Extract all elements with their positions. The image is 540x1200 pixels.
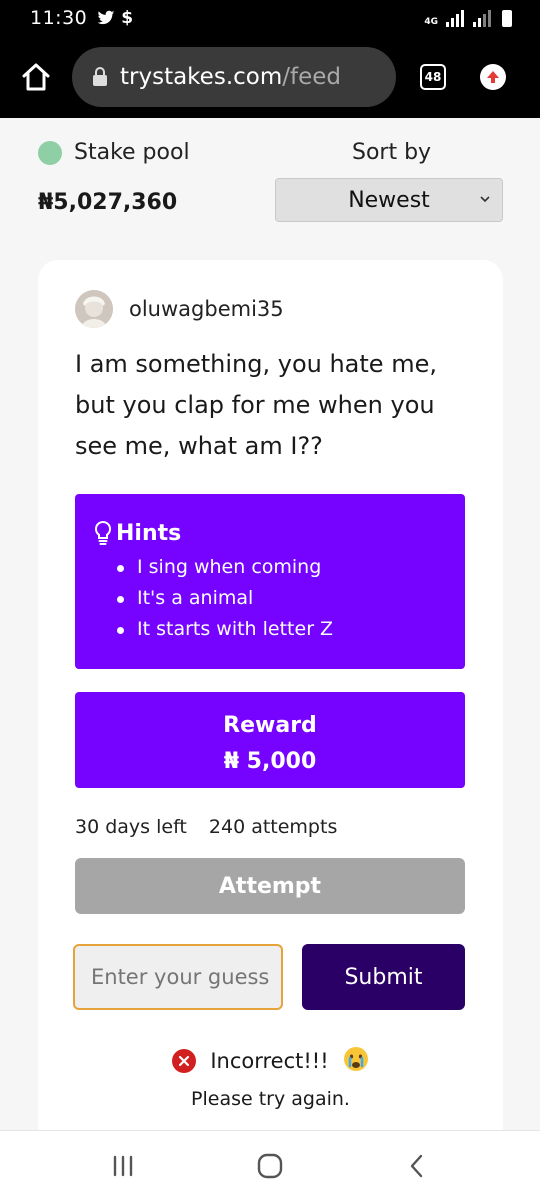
- home-button[interactable]: [16, 57, 56, 97]
- feed-page: Stake pool ₦5,027,360 Sort by Newest olu…: [0, 118, 540, 1130]
- nav-home-button[interactable]: [250, 1146, 290, 1186]
- status-bar: 11:30 $ 4G: [0, 0, 540, 36]
- twitter-icon: [97, 10, 115, 25]
- upload-icon: [487, 71, 499, 83]
- browser-toolbar: trystakes.com/feed 48: [0, 36, 540, 118]
- tabs-button[interactable]: 48: [420, 64, 446, 90]
- address-bar[interactable]: trystakes.com/feed: [72, 47, 396, 107]
- sort-select[interactable]: Newest: [275, 178, 503, 222]
- hint-item: It starts with letter Z: [117, 614, 465, 645]
- pool-status-dot: [38, 140, 62, 165]
- submit-button[interactable]: Submit: [302, 944, 465, 1010]
- upload-button[interactable]: [480, 64, 506, 90]
- post-meta: 30 days left 240 attempts: [75, 816, 337, 838]
- result-text: Incorrect!!!: [210, 1049, 329, 1073]
- url-path: /feed: [282, 64, 341, 90]
- pool-amount: ₦5,027,360: [38, 190, 178, 215]
- riddle-question: I am something, you hate me, but you cla…: [75, 350, 437, 460]
- sort-selected-value: Newest: [348, 187, 430, 213]
- hints-panel: Hints I sing when coming It's a animal I…: [75, 494, 465, 669]
- close-circle-icon: [172, 1049, 197, 1073]
- hint-item: It's a animal: [117, 583, 465, 614]
- stake-pool: Stake pool: [38, 140, 190, 165]
- hint-item: I sing when coming: [117, 552, 465, 583]
- guess-input[interactable]: [73, 944, 283, 1010]
- status-time: 11:30: [30, 7, 88, 29]
- chevron-down-icon: [480, 196, 490, 203]
- lock-icon: [93, 67, 107, 86]
- recents-icon: [114, 1155, 133, 1176]
- pool-label: Stake pool: [74, 140, 190, 165]
- lightbulb-icon: [94, 520, 112, 545]
- avatar[interactable]: [75, 290, 113, 328]
- back-icon: [410, 1154, 422, 1177]
- signal-icon-2: [473, 10, 491, 27]
- avatar-image: [75, 290, 113, 328]
- back-button[interactable]: [397, 1146, 437, 1186]
- reward-label: Reward: [223, 713, 317, 738]
- home-icon: [22, 63, 50, 91]
- hints-title: Hints: [116, 520, 182, 546]
- attempt-count: 240 attempts: [208, 816, 338, 838]
- sort-label: Sort by: [352, 140, 432, 165]
- post-author: oluwagbemi35: [75, 290, 284, 328]
- tab-count: 48: [424, 70, 442, 84]
- network-type: 4G: [424, 17, 438, 27]
- reward-panel: Reward ₦ 5,000: [75, 692, 465, 788]
- riddle-card: oluwagbemi35 I am something, you hate me…: [38, 260, 503, 1130]
- days-left: 30 days left: [75, 816, 187, 838]
- system-nav-bar: [0, 1130, 540, 1200]
- nav-home-icon: [257, 1153, 283, 1178]
- result-subtext: Please try again.: [191, 1088, 350, 1110]
- attempt-button[interactable]: Attempt: [75, 858, 465, 914]
- hints-list: I sing when coming It's a animal It star…: [93, 552, 465, 645]
- author-name[interactable]: oluwagbemi35: [129, 297, 284, 321]
- dollar-icon: $: [121, 8, 134, 28]
- crying-face-icon: [343, 1046, 369, 1076]
- reward-amount: ₦ 5,000: [223, 749, 317, 774]
- battery-icon: [502, 10, 512, 27]
- recents-button[interactable]: [103, 1146, 143, 1186]
- url-host: trystakes.com: [120, 64, 283, 90]
- signal-icon: [446, 10, 464, 27]
- result-message: Incorrect!!!: [38, 1046, 503, 1076]
